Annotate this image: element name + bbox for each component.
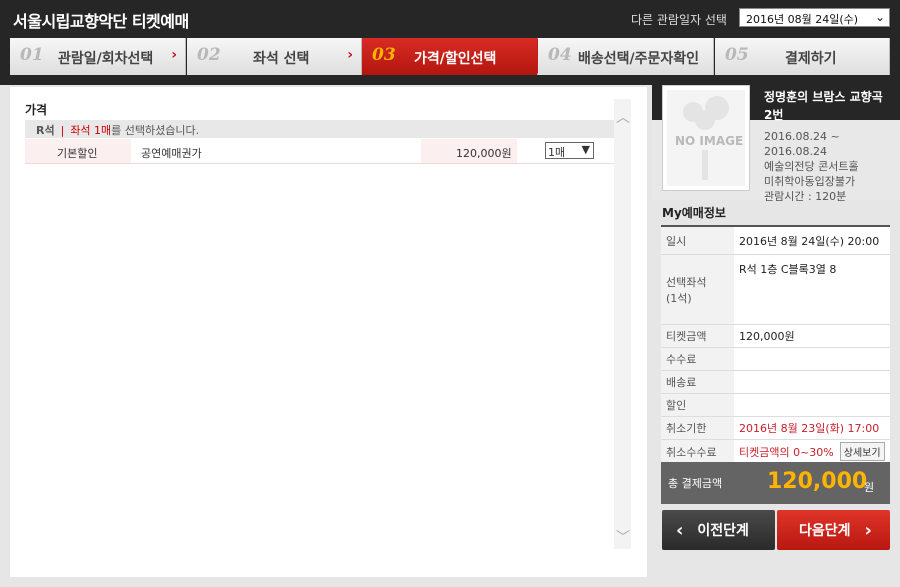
total-payment: 총 결제금액 120,000 원 bbox=[661, 462, 890, 504]
info-value: 티켓금액의 0~30% 상세보기 bbox=[734, 440, 890, 463]
info-row-delivery: 배송료 bbox=[661, 371, 890, 394]
step-label: 가격/할인선택 bbox=[414, 51, 497, 67]
info-value: 2016년 8월 23일(화) 17:00 bbox=[734, 417, 890, 439]
info-key: 취소수수료 bbox=[661, 440, 734, 463]
prev-step-button[interactable]: ‹ 이전단계 bbox=[662, 510, 775, 550]
step-number: 02 bbox=[197, 45, 221, 65]
show-info: 2016.08.24 ~ 2016.08.24 예술의전당 콘서트홀 미취학아동… bbox=[764, 129, 900, 204]
step-label: 좌석 선택 bbox=[253, 51, 310, 67]
seat-grade: R석 bbox=[36, 124, 55, 137]
show-runtime: 관람시간 : 120분 bbox=[764, 190, 847, 203]
step-2[interactable]: 02 좌석 선택 › bbox=[187, 38, 362, 75]
chevron-down-icon: ⌄ bbox=[874, 10, 885, 24]
step-number: 05 bbox=[725, 45, 749, 65]
seat-message: 를 선택하셨습니다. bbox=[111, 124, 200, 137]
step-1[interactable]: 01 관람일/회차선택 › bbox=[10, 38, 186, 75]
step-number: 04 bbox=[548, 45, 572, 65]
step-number: 01 bbox=[20, 45, 44, 65]
chevron-down-icon[interactable]: ﹀ bbox=[616, 527, 630, 547]
info-value bbox=[734, 371, 890, 393]
dark-strip bbox=[0, 75, 652, 85]
date-select-label: 다른 관람일자 선택 bbox=[631, 13, 727, 27]
info-key: 선택좌석 (1석) bbox=[661, 255, 734, 324]
seat-summary: R석 | 좌석 1매를 선택하셨습니다. bbox=[25, 120, 615, 138]
chevron-right-icon: › bbox=[347, 47, 353, 63]
quantity-cell: 1매 ▼ bbox=[517, 139, 615, 163]
top-bar: 서울시립교향악단 티켓예매 다른 관람일자 선택 2016년 08월 24일(수… bbox=[0, 0, 900, 38]
info-row-seat: 선택좌석 (1석) R석 1층 C블록3열 8 bbox=[661, 255, 890, 325]
info-row-datetime: 일시 2016년 8월 24일(수) 20:00 bbox=[661, 227, 890, 255]
info-value bbox=[734, 348, 890, 370]
info-value: 120,000원 bbox=[734, 325, 890, 347]
cancel-fee-text: 티켓금액의 0~30% bbox=[739, 445, 834, 459]
price-name: 공연예매권가 bbox=[131, 139, 421, 163]
chevron-down-icon: ▼ bbox=[581, 143, 590, 156]
poster-image: NO IMAGE bbox=[662, 85, 750, 191]
chevron-left-icon: ‹ bbox=[676, 519, 684, 541]
info-row-discount: 할인 bbox=[661, 394, 890, 417]
step-label: 관람일/회차선택 bbox=[58, 51, 154, 67]
show-age: 미취학아동입장불가 bbox=[764, 175, 856, 188]
info-key: 일시 bbox=[661, 227, 734, 254]
info-key: 배송료 bbox=[661, 371, 734, 393]
info-key: 할인 bbox=[661, 394, 734, 416]
chevron-right-icon: › bbox=[864, 519, 872, 541]
total-label: 총 결제금액 bbox=[668, 477, 723, 490]
page-title: 서울시립교향악단 티켓예매 bbox=[13, 12, 189, 31]
show-title: 정명훈의 브람스 교향곡 2번 bbox=[764, 90, 883, 122]
info-value bbox=[734, 394, 890, 416]
total-value: 120,000 bbox=[767, 469, 868, 494]
step-3[interactable]: 03 가격/할인선택 bbox=[362, 38, 551, 75]
info-key: 수수료 bbox=[661, 348, 734, 370]
info-value: 2016년 8월 24일(수) 20:00 bbox=[734, 227, 890, 254]
show-venue: 예술의전당 콘서트홀 bbox=[764, 160, 859, 173]
chevron-up-icon[interactable]: ︿ bbox=[616, 107, 630, 127]
info-value: R석 1층 C블록3열 8 bbox=[734, 255, 890, 324]
my-booking-table: 일시 2016년 8월 24일(수) 20:00 선택좌석 (1석) R석 1층… bbox=[661, 225, 890, 464]
no-image-label: NO IMAGE bbox=[675, 134, 744, 148]
info-row-cancel-fee: 취소수수료 티켓금액의 0~30% 상세보기 bbox=[661, 440, 890, 464]
info-row-cancel-deadline: 취소기한 2016년 8월 23일(화) 17:00 bbox=[661, 417, 890, 440]
chevron-right-icon: › bbox=[171, 47, 177, 63]
my-booking-title: My예매정보 bbox=[662, 206, 726, 220]
scrollbar[interactable]: ︿ ﹀ bbox=[614, 99, 631, 549]
seat-count: 좌석 1매 bbox=[70, 124, 112, 137]
info-key: 티켓금액 bbox=[661, 325, 734, 347]
quantity-value: 1매 bbox=[548, 146, 566, 159]
info-key: 취소기한 bbox=[661, 417, 734, 439]
detail-view-button[interactable]: 상세보기 bbox=[839, 442, 885, 461]
date-select-value: 2016년 08월 24일(수) bbox=[746, 13, 859, 26]
separator: | bbox=[60, 124, 65, 137]
next-step-button[interactable]: 다음단계 › bbox=[777, 510, 890, 550]
discount-type: 기본할인 bbox=[57, 147, 98, 160]
next-step-label: 다음단계 bbox=[799, 523, 851, 539]
step-5[interactable]: 05 결제하기 bbox=[715, 38, 890, 75]
date-select[interactable]: 2016년 08월 24일(수) ⌄ bbox=[739, 8, 890, 27]
step-label: 배송선택/주문자확인 bbox=[578, 51, 700, 67]
show-period: 2016.08.24 ~ 2016.08.24 bbox=[764, 130, 840, 158]
quantity-select[interactable]: 1매 ▼ bbox=[545, 142, 594, 159]
prev-step-label: 이전단계 bbox=[697, 523, 749, 539]
step-4[interactable]: 04 배송선택/주문자확인 bbox=[538, 38, 714, 75]
price-row: 기본할인 공연예매권가 120,000원 1매 ▼ bbox=[25, 139, 615, 164]
total-unit: 원 bbox=[864, 481, 875, 494]
price-panel: 가격 R석 | 좌석 1매를 선택하셨습니다. 기본할인 공연예매권가 120,00… bbox=[10, 87, 647, 577]
poster-placeholder: NO IMAGE bbox=[667, 90, 745, 186]
step-label: 결제하기 bbox=[785, 51, 837, 67]
price-amount: 120,000원 bbox=[456, 147, 512, 160]
info-row-ticket-amount: 티켓금액 120,000원 bbox=[661, 325, 890, 348]
info-row-fee: 수수료 bbox=[661, 348, 890, 371]
step-number: 03 bbox=[372, 45, 396, 65]
step-navigation: 01 관람일/회차선택 › 02 좌석 선택 › 03 가격/할인선택 04 배… bbox=[0, 38, 900, 75]
section-title: 가격 bbox=[25, 103, 48, 117]
